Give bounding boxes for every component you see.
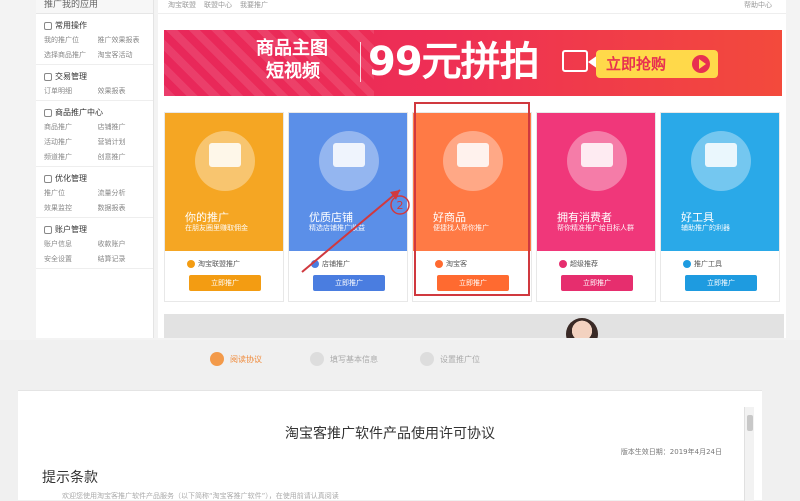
step-label: 阅读协议 bbox=[230, 354, 262, 364]
step-label: 填写基本信息 bbox=[330, 354, 378, 364]
lower-banner-strip bbox=[164, 314, 784, 338]
step-dot bbox=[420, 352, 434, 366]
agreement-scrollbar[interactable] bbox=[744, 407, 754, 501]
annotation-number: 2 bbox=[397, 199, 404, 212]
scrollbar-thumb[interactable] bbox=[747, 415, 753, 431]
step-3: 设置推广位 bbox=[420, 352, 480, 366]
agreement-panel: 淘宝客推广软件产品使用许可协议 版本生效日期：2019年4月24日 提示条款 欢… bbox=[18, 390, 762, 501]
agreement-section-heading: 提示条款 bbox=[42, 470, 98, 486]
avatar bbox=[566, 318, 598, 338]
agreement-date: 版本生效日期：2019年4月24日 bbox=[620, 448, 722, 456]
step-dot bbox=[310, 352, 324, 366]
step-1: 阅读协议 bbox=[210, 352, 262, 366]
step-label: 设置推广位 bbox=[440, 354, 480, 364]
step-2: 填写基本信息 bbox=[310, 352, 378, 366]
progress-steps: 阅读协议 填写基本信息 设置推广位 bbox=[210, 352, 610, 372]
agreement-title: 淘宝客推广软件产品使用许可协议 bbox=[285, 426, 495, 442]
step-dot-active bbox=[210, 352, 224, 366]
